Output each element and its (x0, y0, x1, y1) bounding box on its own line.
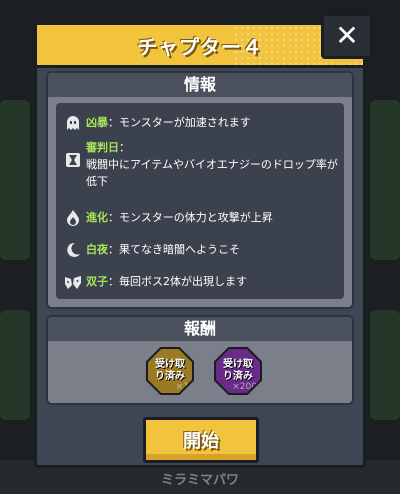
info-list: 凶暴：モンスターが加速されます 審判日： 戦闘中にアイテムやバイオエナジーのドロッ… (56, 103, 344, 299)
background-card (370, 310, 400, 420)
info-description: ：モンスターの体力と攻撃が上昇 (108, 211, 273, 224)
info-description-detail: 戦闘中にアイテムやバイオエナジーのドロップ率が低下 (86, 158, 338, 188)
ghost-icon (67, 116, 79, 130)
info-keyword: 双子 (86, 275, 108, 288)
background-card (0, 100, 30, 260)
dialog-title-bar: チャプター４ (37, 25, 363, 68)
twin-mask-icon (65, 276, 81, 289)
info-keyword: 凶暴 (86, 116, 108, 129)
reward-quantity: ×200 (232, 382, 257, 392)
start-button[interactable]: 開始 (143, 417, 259, 463)
info-row-white-night: 白夜：果てなき暗闇へようこそ (64, 241, 338, 259)
info-row-ferocious: 凶暴：モンスターが加速されます (64, 114, 338, 132)
moon-icon (67, 242, 80, 257)
info-keyword: 進化 (86, 211, 108, 224)
info-description: ： (119, 141, 130, 154)
info-description: ：果てなき暗闇へようこそ (108, 243, 240, 256)
info-row-twins: 双子：毎回ボス2体が出現します (64, 273, 338, 291)
reward-item[interactable]: 受け取り済み ×200 (214, 347, 262, 395)
info-keyword: 白夜 (86, 243, 108, 256)
close-button[interactable]: ✕ (321, 13, 373, 59)
rewards-list: 受け取り済み ×1 受け取り済み ×200 (48, 341, 352, 401)
info-panel: 情報 凶暴：モンスターが加速されます 審判日： 戦闘中にアイテムやバイオエナジーの… (46, 71, 354, 309)
info-heading: 情報 (48, 73, 352, 97)
info-description: ：毎回ボス2体が出現します (108, 275, 247, 288)
background-card (0, 310, 30, 420)
reward-status: 受け取り済み (223, 359, 253, 382)
rewards-panel: 報酬 受け取り済み ×1 受け取り済み ×200 (46, 315, 354, 405)
info-row-evolution: 進化：モンスターの体力と攻撃が上昇 (64, 209, 338, 227)
rewards-heading: 報酬 (48, 317, 352, 341)
background-bottom-label: ミラミマパワ (160, 473, 239, 488)
dialog-title: チャプター４ (137, 34, 263, 59)
background-card (370, 100, 400, 260)
reward-quantity: ×1 (175, 382, 189, 392)
info-description: ：モンスターが加速されます (108, 116, 251, 129)
hourglass-icon (66, 153, 80, 167)
start-label: 開始 (183, 431, 219, 452)
reward-item[interactable]: 受け取り済み ×1 (146, 347, 194, 395)
info-keyword: 審判日 (86, 141, 119, 154)
flame-icon (67, 210, 79, 226)
reward-status: 受け取り済み (155, 359, 185, 382)
chapter-dialog: チャプター４ ✕ 情報 凶暴：モンスターが加速されます 審判日： 戦闘中にアイテム… (34, 13, 373, 468)
info-row-judgment-day: 審判日： 戦闘中にアイテムやバイオエナジーのドロップ率が低下 (64, 139, 338, 190)
close-icon: ✕ (335, 19, 359, 52)
